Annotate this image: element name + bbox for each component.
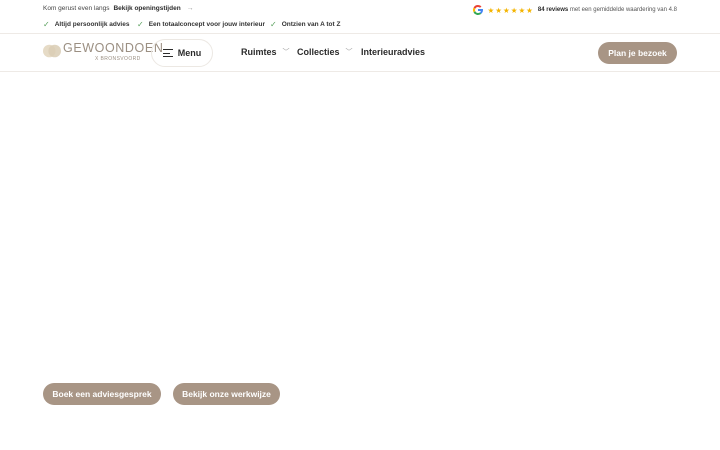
opening-hours-link[interactable]: Bekijk openingstijden xyxy=(113,5,180,12)
google-g-icon xyxy=(472,4,484,16)
chevron-down-icon: ﹀ xyxy=(282,49,290,56)
chevron-down-icon: ﹀ xyxy=(345,49,353,56)
usp-label: Ontzien van A tot Z xyxy=(281,21,341,28)
nav-label: Collecties xyxy=(297,47,340,57)
usp-label: Een totaalconcept voor jouw interieur xyxy=(148,21,265,28)
menu-label: Menu xyxy=(177,48,202,58)
check-icon: ✓ xyxy=(270,20,277,29)
nav-item-ruimtes[interactable]: Ruimtes ﹀ xyxy=(241,47,290,57)
usp-item: ✓ Een totaalconcept voor jouw interieur xyxy=(137,20,265,29)
check-icon: ✓ xyxy=(43,20,50,29)
star-rating: ★★★★★★ xyxy=(487,5,534,15)
usp-label: Altijd persoonlijk advies xyxy=(54,21,130,28)
nav-label: Interieuradvies xyxy=(361,47,426,57)
plan-visit-button[interactable]: Plan je bezoek xyxy=(598,42,677,64)
arrow-right-icon[interactable]: → xyxy=(187,5,194,12)
visit-info: Kom gerust even langs Bekijk openingstij… xyxy=(43,5,194,12)
logo-wordmark: GEWOONDOEN X BRONSVOORD xyxy=(63,41,164,63)
reviews-count: 84 reviews xyxy=(537,7,569,13)
check-icon: ✓ xyxy=(137,20,144,29)
logo-name: GEWOONDOEN xyxy=(63,41,164,55)
nav-item-collecties[interactable]: Collecties ﹀ xyxy=(297,47,353,57)
reviews-text: 84 reviews met een gemiddelde waardering… xyxy=(538,7,677,13)
menu-button[interactable]: Menu xyxy=(151,39,213,67)
main-header: GEWOONDOEN X BRONSVOORD Menu Ruimtes ﹀ C… xyxy=(0,34,720,72)
nav-item-interieuradvies[interactable]: Interieuradvies xyxy=(361,47,425,57)
google-reviews[interactable]: ★★★★★★ 84 reviews met een gemiddelde waa… xyxy=(472,3,677,17)
visit-text: Kom gerust even langs xyxy=(43,5,110,12)
book-consultation-button[interactable]: Boek een adviesgesprek xyxy=(43,383,161,405)
usp-item: ✓ Ontzien van A tot Z xyxy=(270,20,340,29)
hamburger-icon xyxy=(162,49,173,58)
nav-label: Ruimtes xyxy=(241,47,277,57)
usp-item: ✓ Altijd persoonlijk advies xyxy=(43,20,129,29)
logo[interactable]: GEWOONDOEN X BRONSVOORD xyxy=(43,42,163,62)
top-bar: Kom gerust even langs Bekijk openingstij… xyxy=(0,0,720,34)
logo-mark-icon xyxy=(43,44,61,58)
view-method-button[interactable]: Bekijk onze werkwijze xyxy=(173,383,280,405)
reviews-rating-text: met een gemiddelde waardering van 4.8 xyxy=(568,7,677,13)
